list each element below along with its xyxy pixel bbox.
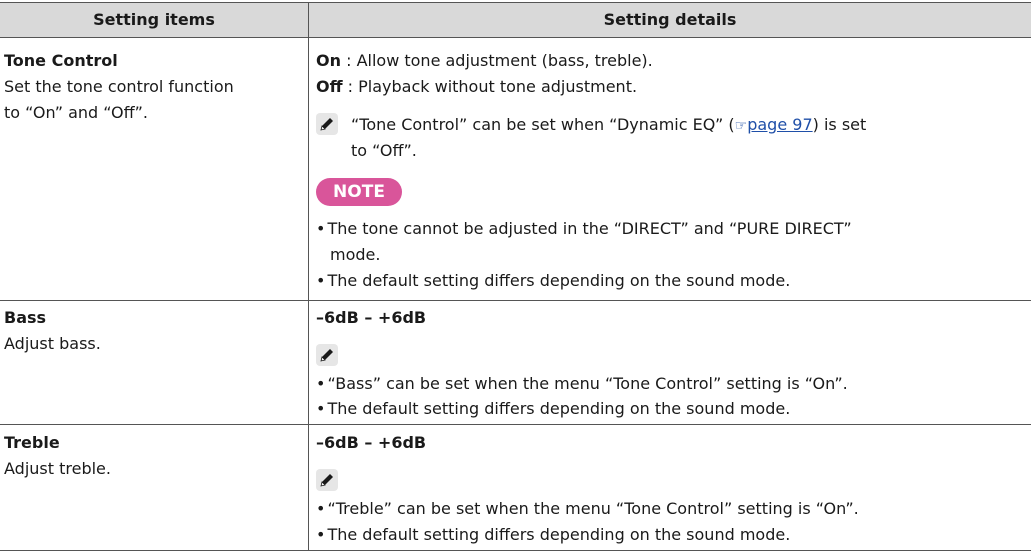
setting-description: Set the tone control function [4, 77, 234, 96]
note-item: The default setting differs depending on… [316, 271, 790, 291]
tip-item: The default setting differs depending on… [316, 399, 790, 419]
page-link[interactable]: page 97 [747, 115, 812, 134]
note-item-continued: mode. [330, 245, 381, 264]
option-on: On : Allow tone adjustment (bass, treble… [316, 51, 653, 71]
header-setting-details: Setting details [603, 10, 737, 29]
settings-table: Setting items Setting details Tone Contr… [0, 0, 1031, 551]
tip-item: “Treble” can be set when the menu “Tone … [316, 499, 858, 519]
column-divider [308, 2, 309, 551]
row-divider [0, 424, 1031, 425]
tip-text: to “Off”. [351, 141, 417, 160]
option-label: Off [316, 77, 343, 96]
setting-range: –6dB – +6dB [316, 308, 427, 327]
page-reference-icon: ☞ [734, 118, 748, 134]
setting-title: Bass [4, 308, 47, 327]
setting-title: Treble [4, 433, 60, 452]
setting-description: to “On” and “Off”. [4, 103, 148, 122]
setting-description: Adjust bass. [4, 334, 101, 353]
header-setting-items: Setting items [93, 10, 215, 29]
setting-range: –6dB – +6dB [316, 433, 427, 452]
option-text: : Allow tone adjustment (bass, treble). [341, 51, 653, 70]
option-text: : Playback without tone adjustment. [342, 77, 638, 96]
tip-text: “Tone Control” can be set when “Dynamic … [351, 115, 867, 134]
setting-description: Adjust treble. [4, 459, 111, 478]
row-divider [0, 300, 1031, 301]
table-header: Setting items Setting details [0, 2, 1031, 38]
note-item: The tone cannot be adjusted in the “DIRE… [316, 219, 851, 239]
setting-title: Tone Control [4, 51, 118, 70]
note-badge: NOTE [316, 178, 402, 206]
tip-item: “Bass” can be set when the menu “Tone Co… [316, 374, 847, 394]
pencil-icon [316, 469, 338, 491]
option-off: Off : Playback without tone adjustment. [316, 77, 637, 97]
option-label: On [316, 51, 341, 70]
tip-item: The default setting differs depending on… [316, 525, 790, 545]
pencil-icon [316, 344, 338, 366]
pencil-icon [316, 113, 338, 135]
